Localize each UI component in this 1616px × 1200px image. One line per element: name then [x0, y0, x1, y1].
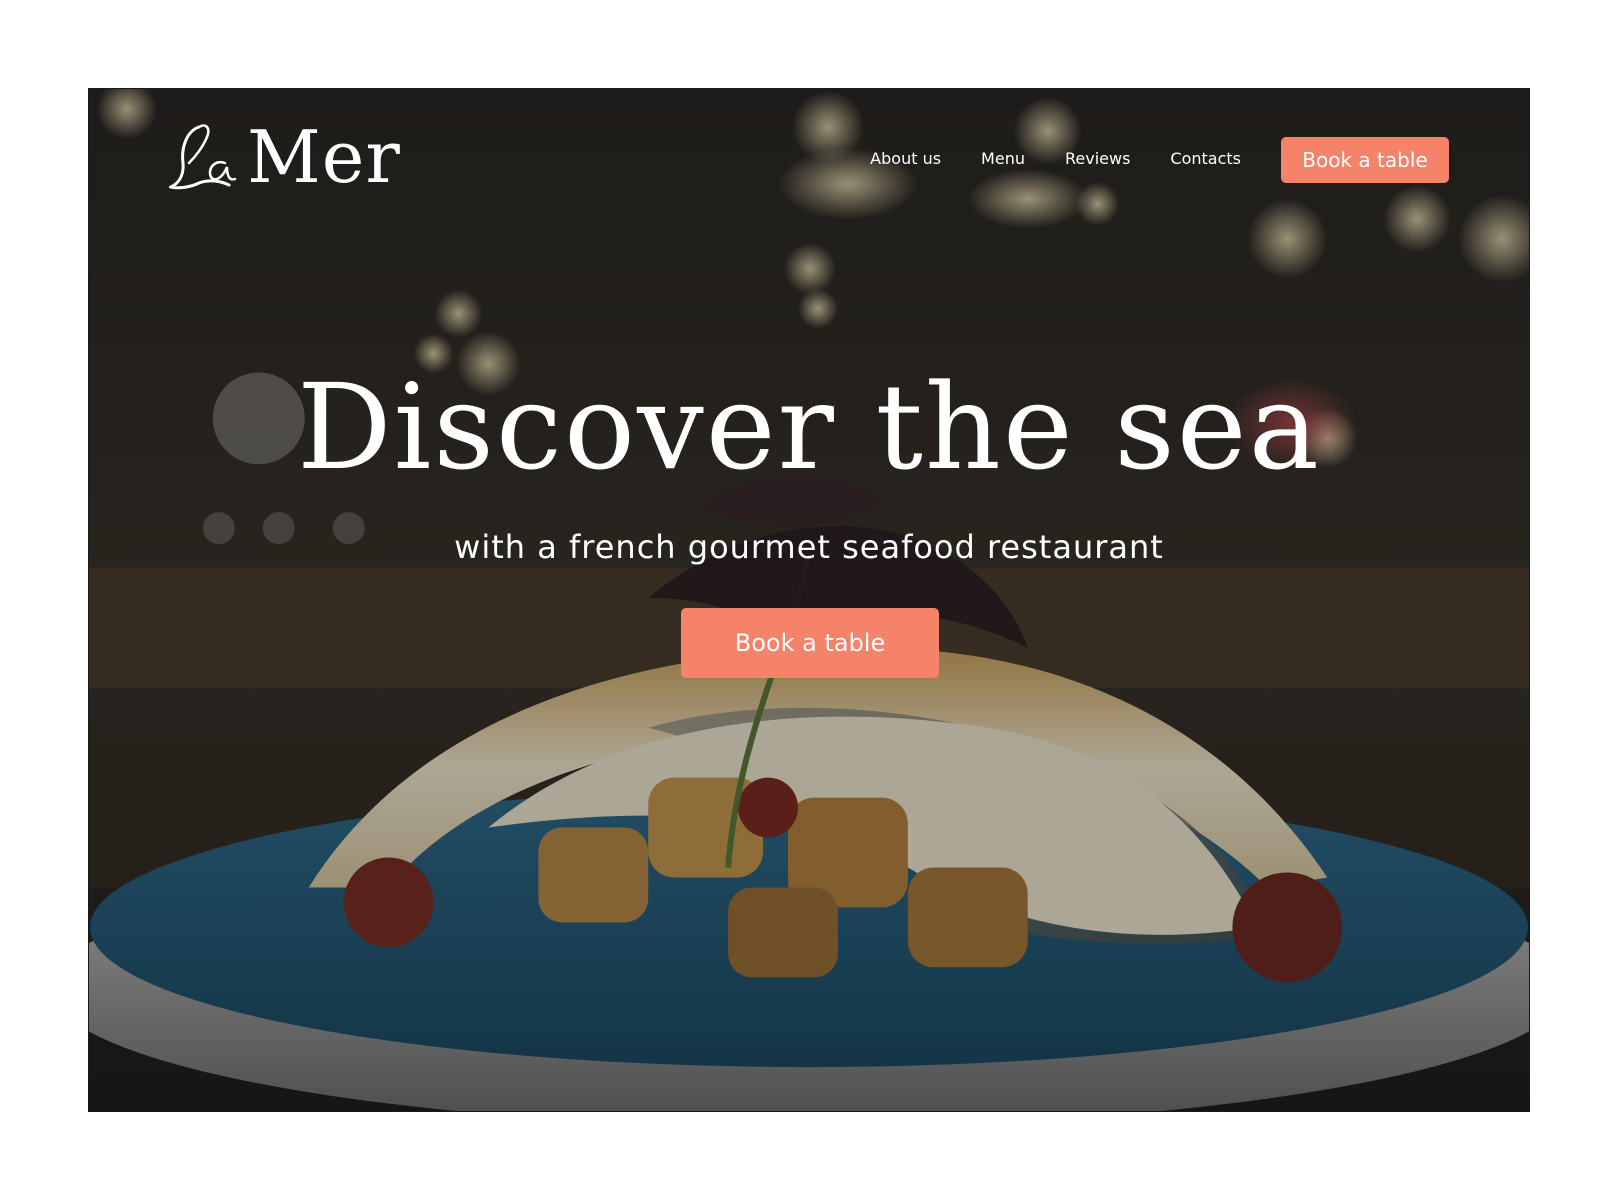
top-navigation: Mer About us Menu Reviews Contacts Book … — [89, 89, 1529, 239]
nav-link-reviews[interactable]: Reviews — [1065, 149, 1130, 169]
hero-subheadline: with a french gourmet seafood restaurant — [454, 528, 1164, 566]
primary-nav: About us Menu Reviews Contacts — [870, 149, 1241, 169]
hero-section: Mer About us Menu Reviews Contacts Book … — [88, 88, 1530, 1112]
logo-script-la — [169, 124, 237, 190]
nav-link-about-us[interactable]: About us — [870, 149, 941, 169]
nav-book-table-button[interactable]: Book a table — [1281, 137, 1449, 183]
hero-headline: Discover the sea — [297, 358, 1321, 496]
logo-wordmark: Mer — [247, 115, 401, 199]
nav-link-menu[interactable]: Menu — [981, 149, 1025, 169]
hero-dim-overlay — [89, 89, 1529, 1111]
nav-link-contacts[interactable]: Contacts — [1170, 149, 1241, 169]
hero-book-table-button[interactable]: Book a table — [681, 608, 939, 678]
